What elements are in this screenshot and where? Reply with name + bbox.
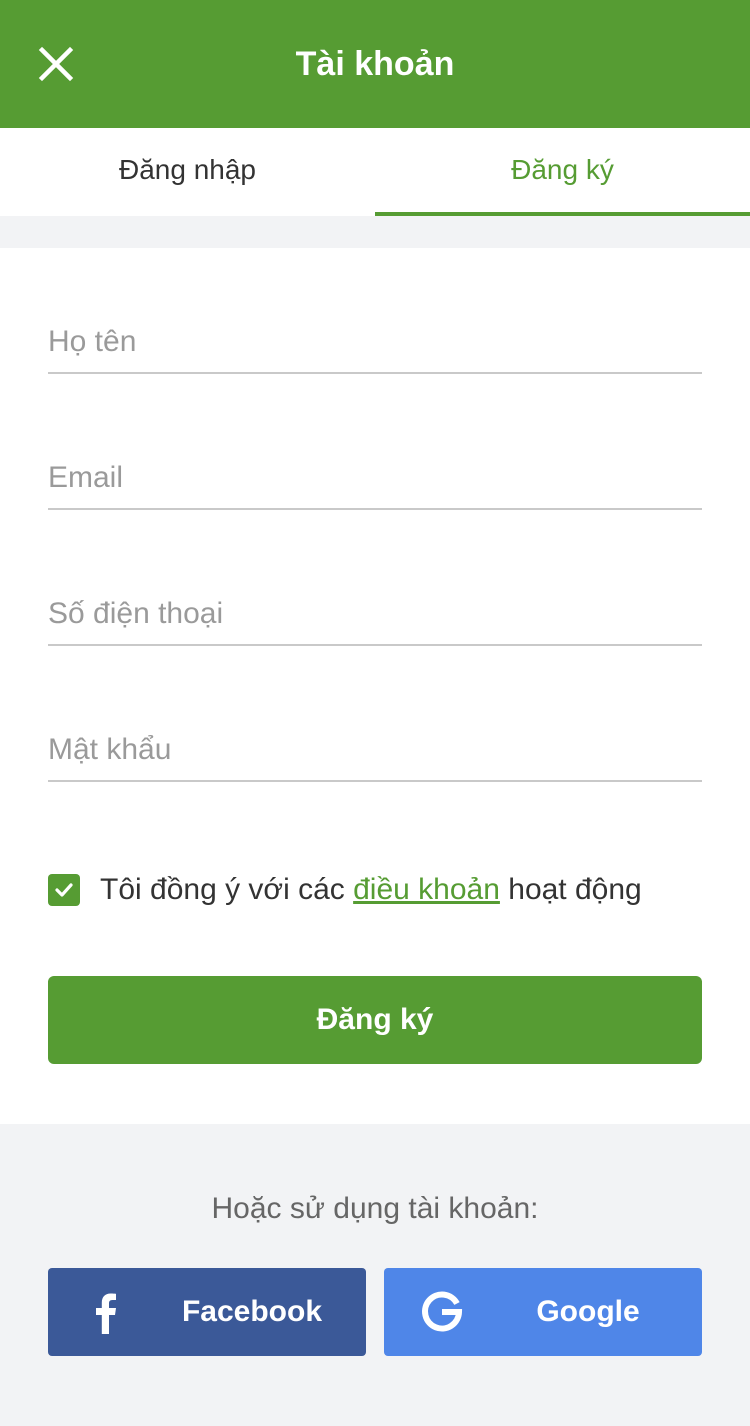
- phone-field: [48, 586, 702, 646]
- google-label: Google: [536, 1295, 640, 1328]
- email-input[interactable]: [48, 450, 702, 506]
- facebook-label: Facebook: [181, 1295, 323, 1328]
- tab-register[interactable]: Đăng ký: [375, 128, 750, 216]
- terms-checkbox[interactable]: [48, 874, 80, 906]
- terms-agreement: Tôi đồng ý với các điều khoản hoạt động: [48, 868, 642, 912]
- password-field: [48, 722, 702, 782]
- terms-suffix: hoạt động: [499, 873, 642, 906]
- app-header: Tài khoản: [0, 0, 750, 128]
- register-form: Tôi đồng ý với các điều khoản hoạt động …: [0, 248, 750, 1124]
- full-name-input[interactable]: [48, 314, 702, 370]
- google-button[interactable]: Google: [384, 1268, 702, 1356]
- google-icon: [422, 1291, 463, 1332]
- phone-input[interactable]: [48, 586, 702, 642]
- facebook-icon: [96, 1293, 116, 1334]
- terms-text: Tôi đồng ý với các điều khoản hoạt động: [100, 873, 642, 907]
- tab-login[interactable]: Đăng nhập: [0, 128, 375, 216]
- full-name-field: [48, 314, 702, 374]
- password-input[interactable]: [48, 722, 702, 778]
- tab-bar: Đăng nhập Đăng ký: [0, 128, 750, 216]
- checkmark-icon: [55, 883, 73, 897]
- email-field: [48, 450, 702, 510]
- terms-link[interactable]: điều khoản: [353, 873, 500, 906]
- terms-prefix: Tôi đồng ý với các: [100, 873, 354, 906]
- register-button[interactable]: Đăng ký: [48, 976, 702, 1064]
- social-login-label: Hoặc sử dụng tài khoản:: [211, 1192, 539, 1225]
- page-title: Tài khoản: [295, 45, 455, 83]
- facebook-button[interactable]: Facebook: [48, 1268, 366, 1356]
